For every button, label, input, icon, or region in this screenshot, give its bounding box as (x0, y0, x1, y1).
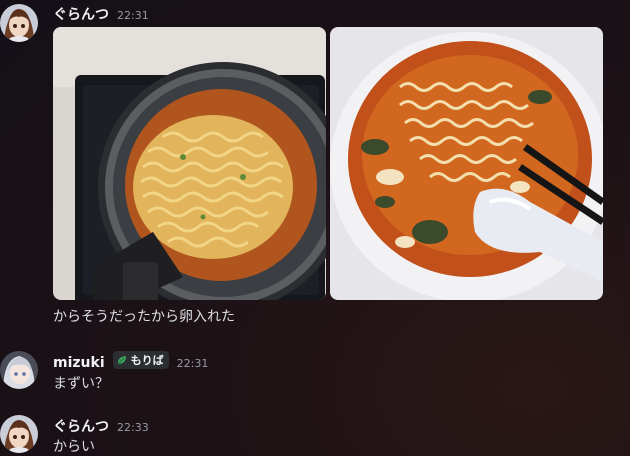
noodle-pot-photo[interactable] (53, 27, 326, 300)
avatar-gurantsu[interactable] (0, 415, 38, 453)
username[interactable]: ぐらんつ (53, 4, 109, 24)
noodle-bowl-photo[interactable] (330, 27, 603, 300)
leaf-icon (117, 356, 126, 365)
timestamp: 22:31 (117, 9, 149, 22)
message-text: からい (53, 439, 95, 455)
message-text: からそうだったから卵入れた (53, 309, 235, 325)
server-tag-badge[interactable]: もりば (112, 351, 169, 369)
badge-label: もりば (130, 354, 164, 367)
message-text: まずい？ (53, 376, 109, 392)
avatar-mizuki[interactable] (0, 351, 38, 389)
timestamp: 22:33 (117, 421, 149, 434)
username[interactable]: mizuki (53, 355, 105, 371)
timestamp: 22:31 (176, 357, 209, 370)
avatar-gurantsu[interactable] (0, 4, 38, 42)
username[interactable]: ぐらんつ (53, 416, 109, 436)
